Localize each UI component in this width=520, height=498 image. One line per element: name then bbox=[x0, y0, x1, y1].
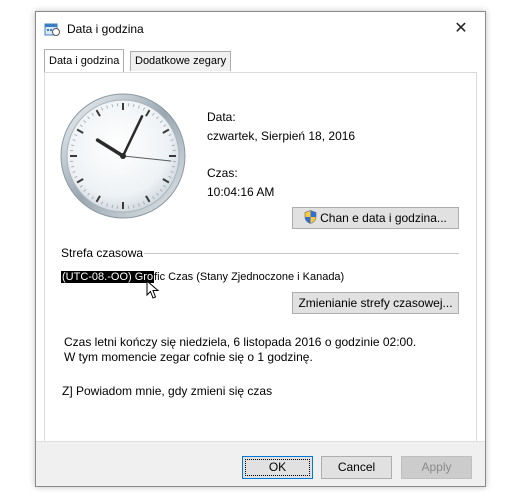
cancel-button[interactable]: Cancel bbox=[321, 456, 392, 479]
notify-checkbox-label[interactable]: Z] Powiadom mnie, gdy zmieni się czas bbox=[62, 384, 272, 398]
dst-info-line2: W tym momencie zegar cofnie się o 1 godz… bbox=[64, 350, 313, 364]
timezone-rest-text: fic Czas (Stany Zjednoczone i Kanada) bbox=[154, 271, 345, 283]
change-date-time-label: Chan e data i godzina... bbox=[320, 211, 447, 225]
change-date-time-button[interactable]: Chan e data i godzina... bbox=[292, 207, 459, 229]
title-bar[interactable]: Data i godzina ✕ bbox=[36, 12, 485, 46]
timezone-group-label: Strefa czasowa bbox=[61, 246, 144, 260]
date-value: czwartek, Sierpień 18, 2016 bbox=[207, 129, 356, 143]
close-icon: ✕ bbox=[454, 20, 468, 37]
date-label: Data: bbox=[207, 110, 236, 124]
change-timezone-button[interactable]: Zmienianie strefy czasowej... bbox=[292, 292, 459, 314]
timezone-value: (UTC-08.-OO) Grofic Czas (Stany Zjednocz… bbox=[61, 271, 344, 283]
date-time-app-icon bbox=[44, 23, 60, 36]
analog-clock bbox=[60, 93, 186, 219]
uac-shield-icon bbox=[304, 210, 317, 224]
apply-button[interactable]: Apply bbox=[401, 456, 472, 479]
time-value: 10:04:16 AM bbox=[207, 185, 275, 199]
mouse-pointer-icon bbox=[146, 280, 160, 299]
dst-info-line1: Czas letni kończy się niedziela, 6 listo… bbox=[64, 335, 417, 349]
ok-button[interactable]: OK bbox=[242, 456, 313, 479]
close-button[interactable]: ✕ bbox=[447, 16, 475, 42]
window-title: Data i godzina bbox=[67, 22, 144, 36]
timezone-group-divider bbox=[144, 253, 459, 254]
timezone-selected-text[interactable]: (UTC-08.-OO) Gro bbox=[61, 271, 155, 283]
tab-date-time[interactable]: Data i godzina bbox=[44, 49, 125, 72]
time-label: Czas: bbox=[207, 166, 238, 180]
tab-additional-clocks[interactable]: Dodatkowe zegary bbox=[130, 51, 232, 71]
